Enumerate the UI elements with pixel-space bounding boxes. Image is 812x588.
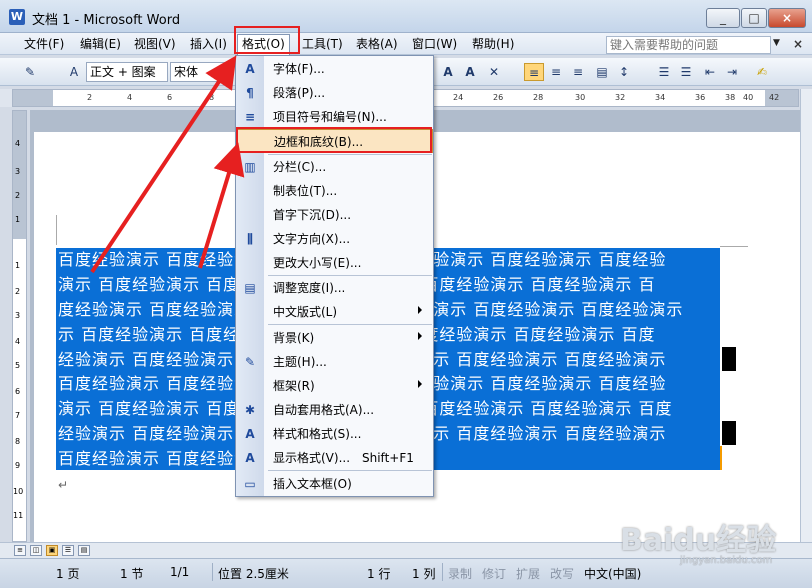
status-track-changes[interactable]: 修订 [482, 565, 506, 582]
baidu-watermark: Baidu经验 jingyan.baidu.com [620, 515, 810, 575]
reading-view-button[interactable]: ▤ [78, 545, 90, 556]
watermark-url: jingyan.baidu.com [680, 555, 773, 566]
status-pages: 1/1 [170, 565, 190, 579]
normal-view-button[interactable]: ≡ [14, 545, 26, 556]
status-column: 1 列 [412, 567, 436, 581]
status-separator [212, 563, 213, 581]
outline-view-button[interactable]: ☰ [62, 545, 74, 556]
annotation-arrow [198, 142, 245, 269]
annotation-arrow [90, 55, 237, 274]
print-view-button[interactable]: ▣ [46, 545, 58, 556]
status-separator [442, 563, 443, 581]
status-extend[interactable]: 扩展 [516, 565, 540, 582]
status-overtype[interactable]: 改写 [550, 565, 574, 582]
status-line: 1 行 [367, 567, 391, 581]
annotation-arrows [90, 55, 245, 274]
watermark-text: Baidu经验 [620, 523, 777, 558]
status-record[interactable]: 录制 [448, 565, 472, 582]
status-section: 1 节 [120, 567, 144, 581]
status-page: 1 页 [56, 567, 80, 581]
status-position: 位置 2.5厘米 [218, 567, 289, 581]
web-view-button[interactable]: ◫ [30, 545, 42, 556]
